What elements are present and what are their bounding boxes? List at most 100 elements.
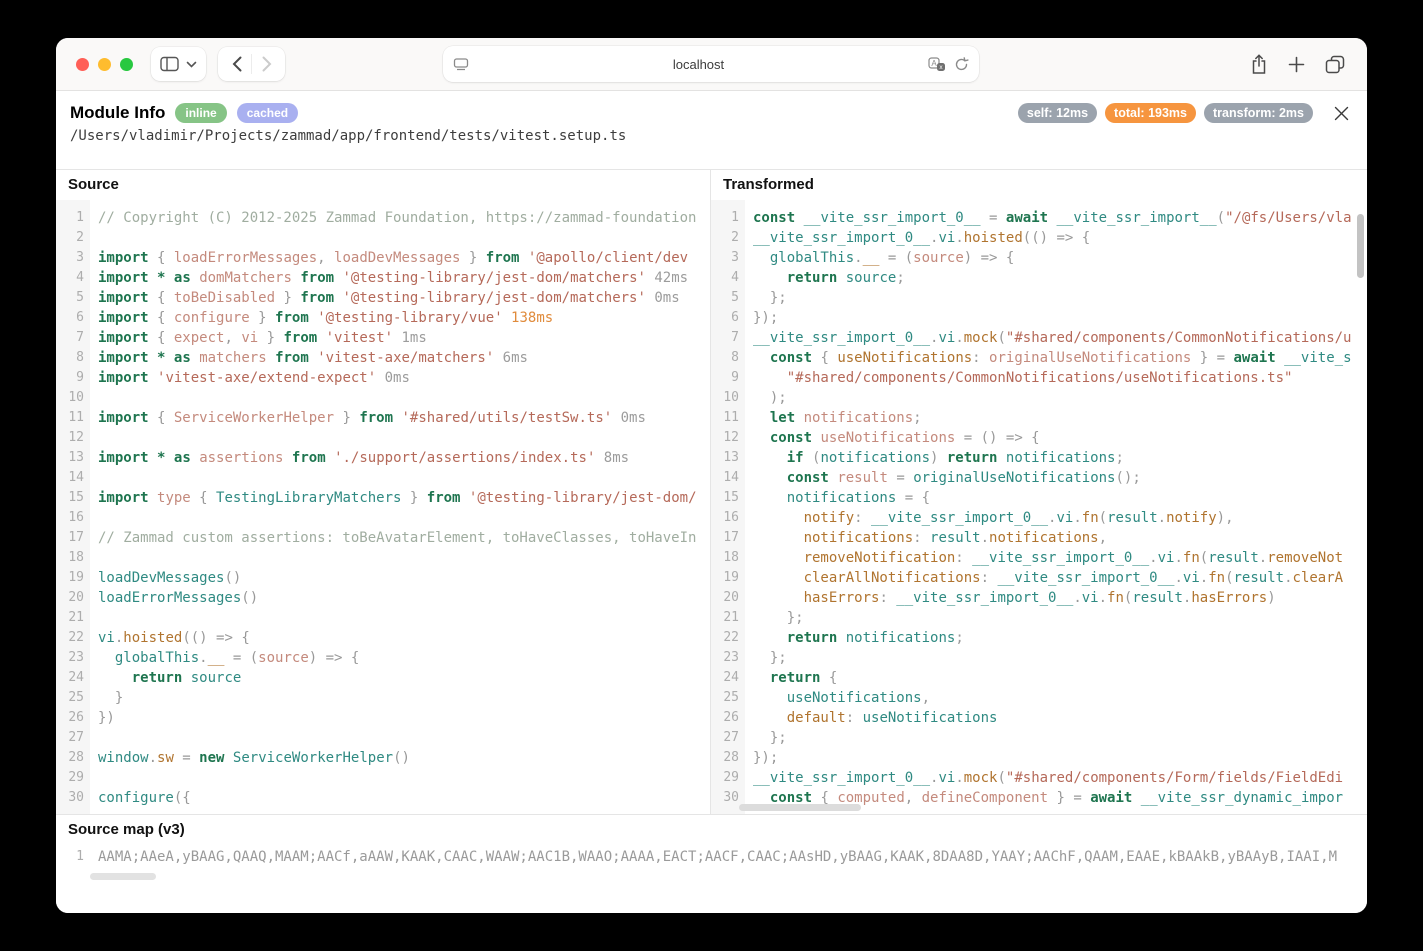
address-bar[interactable]: localhost A x: [443, 46, 979, 82]
code-line: 14: [56, 468, 710, 488]
sourcemap-title: Source map (v3): [56, 815, 1367, 845]
line-number: 27: [56, 728, 90, 748]
code-line: 23 };: [711, 648, 1367, 668]
line-number: 22: [711, 628, 745, 648]
line-number: 15: [711, 488, 745, 508]
line-number: 4: [711, 268, 745, 288]
line-number: 28: [711, 748, 745, 768]
line-number: 5: [56, 288, 90, 308]
line-number: 20: [711, 588, 745, 608]
code-line: 12 const useNotifications = () => {: [711, 428, 1367, 448]
line-number: 27: [711, 728, 745, 748]
line-number: 22: [56, 628, 90, 648]
code-line: 17// Zammad custom assertions: toBeAvata…: [56, 528, 710, 548]
page-appearance-icon[interactable]: [453, 57, 469, 71]
line-number: 21: [56, 608, 90, 628]
line-number: 14: [711, 468, 745, 488]
line-number: 1: [711, 208, 745, 228]
code-line: 26}): [56, 708, 710, 728]
line-number: 18: [56, 548, 90, 568]
code-line: 14 const result = originalUseNotificatio…: [711, 468, 1367, 488]
code-line: 21: [56, 608, 710, 628]
sourcemap-section: Source map (v3) 1AAMA;AAeA,yBAAG,QAAQ,MA…: [56, 814, 1367, 913]
line-number: 16: [56, 508, 90, 528]
code-line: 3import { loadErrorMessages, loadDevMess…: [56, 248, 710, 268]
code-line: 11 let notifications;: [711, 408, 1367, 428]
code-line: 13 if (notifications) return notificatio…: [711, 448, 1367, 468]
zoom-window-button[interactable]: [120, 58, 133, 71]
line-number: 17: [56, 528, 90, 548]
source-panel-title: Source: [56, 170, 710, 200]
line-number: 29: [56, 768, 90, 788]
line-number: 7: [711, 328, 745, 348]
line-number: 6: [56, 308, 90, 328]
line-number: 26: [56, 708, 90, 728]
sidebar-toggle-button[interactable]: [151, 47, 206, 81]
code-line: 1AAMA;AAeA,yBAAG,QAAQ,MAAM;AACf,aAAW,KAA…: [56, 847, 1367, 867]
svg-text:A: A: [931, 59, 937, 68]
code-line: 25 useNotifications,: [711, 688, 1367, 708]
code-line: 15import type { TestingLibraryMatchers }…: [56, 488, 710, 508]
code-line: 28window.sw = new ServiceWorkerHelper(): [56, 748, 710, 768]
line-number: 20: [56, 588, 90, 608]
transformed-panel-title: Transformed: [711, 170, 1367, 200]
code-line: 4import * as domMatchers from '@testing-…: [56, 268, 710, 288]
code-line: 24 return {: [711, 668, 1367, 688]
code-line: 29__vite_ssr_import_0__.vi.mock("#shared…: [711, 768, 1367, 788]
code-line: 7import { expect, vi } from 'vitest' 1ms: [56, 328, 710, 348]
chevron-down-icon: [186, 61, 197, 68]
window-controls: [76, 58, 133, 71]
code-line: 10 );: [711, 388, 1367, 408]
nav-buttons: [218, 47, 285, 81]
line-number: 3: [711, 248, 745, 268]
code-line: 11import { ServiceWorkerHelper } from '#…: [56, 408, 710, 428]
line-number: 9: [56, 368, 90, 388]
code-line: 6import { configure } from '@testing-lib…: [56, 308, 710, 328]
browser-window: localhost A x: [56, 38, 1367, 913]
line-number: 19: [56, 568, 90, 588]
module-info-header: Module Info inline cached self: 12ms tot…: [56, 91, 1367, 169]
line-number: 25: [56, 688, 90, 708]
code-line: 1const __vite_ssr_import_0__ = await __v…: [711, 208, 1367, 228]
minimize-window-button[interactable]: [98, 58, 111, 71]
badge-inline: inline: [175, 103, 226, 123]
code-line: 27 };: [711, 728, 1367, 748]
sourcemap-code: 1AAMA;AAeA,yBAAG,QAAQ,MAAM;AACf,aAAW,KAA…: [56, 845, 1367, 873]
line-number: 13: [56, 448, 90, 468]
line-number: 12: [56, 428, 90, 448]
page-title: Module Info: [70, 103, 165, 123]
code-line: 16: [56, 508, 710, 528]
line-number: 29: [711, 768, 745, 788]
line-number: 5: [711, 288, 745, 308]
line-number: 12: [711, 428, 745, 448]
sourcemap-scrollbar-thumb[interactable]: [90, 873, 156, 880]
code-line: 29: [56, 768, 710, 788]
code-line: 5import { toBeDisabled } from '@testing-…: [56, 288, 710, 308]
code-line: 5 };: [711, 288, 1367, 308]
line-number: 23: [711, 648, 745, 668]
code-line: 23 globalThis.__ = (source) => {: [56, 648, 710, 668]
back-button[interactable]: [222, 49, 251, 79]
line-number: 24: [56, 668, 90, 688]
module-file-path: /Users/vladimir/Projects/zammad/app/fron…: [70, 128, 1351, 144]
code-line: 8import * as matchers from 'vitest-axe/m…: [56, 348, 710, 368]
code-line: 3 globalThis.__ = (source) => {: [711, 248, 1367, 268]
line-number: 1: [56, 208, 90, 228]
new-tab-icon[interactable]: [1288, 56, 1305, 73]
vertical-scrollbar-thumb[interactable]: [1357, 214, 1364, 278]
translate-icon[interactable]: A x: [928, 57, 946, 72]
line-number: 10: [711, 388, 745, 408]
close-window-button[interactable]: [76, 58, 89, 71]
line-number: 11: [711, 408, 745, 428]
badge-cached: cached: [237, 103, 298, 123]
close-panel-button[interactable]: [1331, 103, 1351, 123]
forward-button[interactable]: [252, 49, 281, 79]
share-icon[interactable]: [1250, 54, 1268, 75]
line-number: 21: [711, 608, 745, 628]
tab-overview-icon[interactable]: [1325, 55, 1345, 74]
code-line: 19 clearAllNotifications: __vite_ssr_imp…: [711, 568, 1367, 588]
horizontal-scrollbar-thumb[interactable]: [739, 804, 861, 811]
code-line: 18 removeNotification: __vite_ssr_import…: [711, 548, 1367, 568]
source-code: 1// Copyright (C) 2012-2025 Zammad Found…: [56, 200, 710, 814]
reload-icon[interactable]: [954, 57, 969, 72]
